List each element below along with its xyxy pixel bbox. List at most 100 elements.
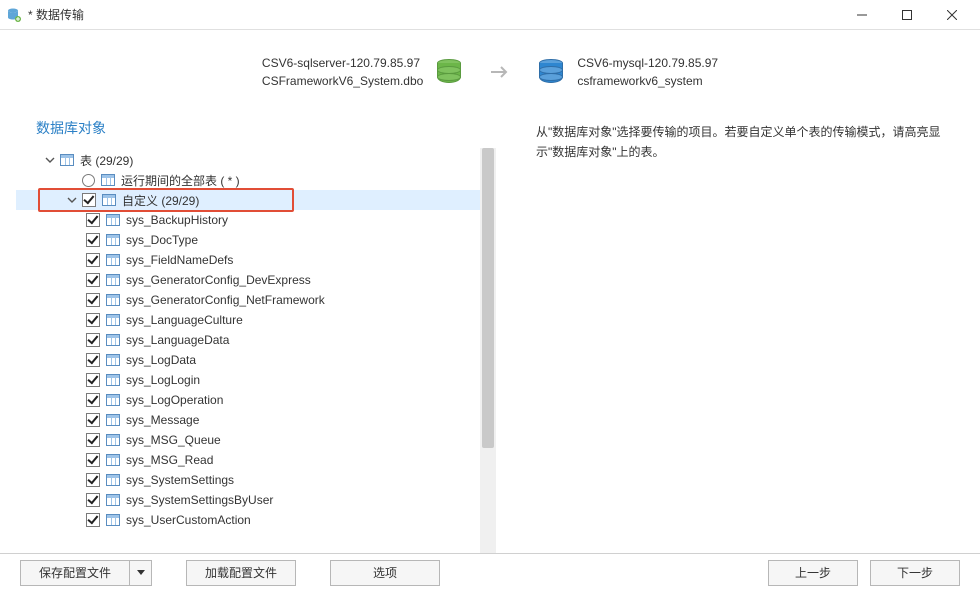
window-title: * 数据传输 — [28, 6, 84, 23]
next-button[interactable]: 下一步 — [870, 560, 960, 586]
table-icon — [106, 314, 120, 326]
tree-table-item[interactable]: sys_LogOperation — [16, 390, 480, 410]
tree-runtime-all[interactable]: 运行期间的全部表 ( * ) — [16, 170, 480, 190]
row-label: 自定义 (29/29) — [122, 192, 199, 209]
checkbox[interactable] — [86, 213, 100, 227]
window-close-button[interactable] — [929, 0, 974, 30]
database-source-icon — [437, 59, 461, 85]
tree-table-item[interactable]: sys_BackupHistory — [16, 210, 480, 230]
row-label: sys_MSG_Queue — [126, 433, 221, 447]
connection-header: CSV6-sqlserver-120.79.85.97 CSFrameworkV… — [16, 30, 964, 112]
row-label: sys_MSG_Read — [126, 453, 213, 467]
checkbox[interactable] — [86, 493, 100, 507]
tree-table-item[interactable]: sys_FieldNameDefs — [16, 250, 480, 270]
save-profile-dropdown[interactable] — [130, 560, 152, 586]
row-label: sys_DocType — [126, 233, 198, 247]
table-icon — [106, 334, 120, 346]
row-label: sys_SystemSettings — [126, 473, 234, 487]
tree-table-item[interactable]: sys_UserCustomAction — [16, 510, 480, 530]
window-maximize-button[interactable] — [884, 0, 929, 30]
table-icon — [106, 374, 120, 386]
tree-table-item[interactable]: sys_SystemSettings — [16, 470, 480, 490]
tree-table-item[interactable]: sys_GeneratorConfig_NetFramework — [16, 290, 480, 310]
load-profile-button[interactable]: 加载配置文件 — [186, 560, 296, 586]
window-minimize-button[interactable] — [839, 0, 884, 30]
table-icon — [106, 454, 120, 466]
source-database: CSFrameworkV6_System.dbo — [262, 72, 423, 90]
tree-table-item[interactable]: sys_LanguageCulture — [16, 310, 480, 330]
source-connection: CSV6-sqlserver-120.79.85.97 CSFrameworkV… — [262, 54, 461, 90]
target-server: CSV6-mysql-120.79.85.97 — [577, 54, 718, 72]
chevron-down-icon[interactable] — [42, 152, 58, 168]
checkbox[interactable] — [86, 513, 100, 527]
tree-table-item[interactable]: sys_MSG_Read — [16, 450, 480, 470]
tree-table-item[interactable]: sys_LanguageData — [16, 330, 480, 350]
table-icon — [106, 394, 120, 406]
checkbox[interactable] — [86, 373, 100, 387]
checkbox[interactable] — [86, 253, 100, 267]
row-label: sys_LanguageData — [126, 333, 229, 347]
checkbox[interactable] — [86, 433, 100, 447]
radio[interactable] — [82, 174, 95, 187]
table-icon — [60, 154, 74, 166]
target-connection: CSV6-mysql-120.79.85.97 csframeworkv6_sy… — [539, 54, 718, 90]
tree-table-item[interactable]: sys_Message — [16, 410, 480, 430]
row-label: sys_LogOperation — [126, 393, 223, 407]
arrow-right-icon — [491, 65, 509, 79]
hint-text: 从"数据库对象"选择要传输的项目。若要自定义单个表的传输模式，请高亮显示"数据库… — [536, 122, 964, 162]
table-icon — [106, 434, 120, 446]
app-db-icon — [6, 7, 22, 23]
table-icon — [101, 174, 115, 186]
tree-table-item[interactable]: sys_DocType — [16, 230, 480, 250]
tree-root-tables[interactable]: 表 (29/29) — [16, 150, 480, 170]
bottom-bar: 保存配置文件 加载配置文件 选项 上一步 下一步 — [0, 553, 980, 591]
row-label: sys_Message — [126, 413, 199, 427]
table-icon — [106, 234, 120, 246]
table-icon — [106, 274, 120, 286]
row-label: sys_FieldNameDefs — [126, 253, 233, 267]
target-database: csframeworkv6_system — [577, 72, 718, 90]
table-icon — [106, 514, 120, 526]
checkbox[interactable] — [86, 353, 100, 367]
row-label: sys_SystemSettingsByUser — [126, 493, 273, 507]
checkbox[interactable] — [86, 473, 100, 487]
tree-table-item[interactable]: sys_MSG_Queue — [16, 430, 480, 450]
table-icon — [106, 494, 120, 506]
checkbox[interactable] — [86, 313, 100, 327]
tree-table-item[interactable]: sys_LogLogin — [16, 370, 480, 390]
tree-table-item[interactable]: sys_LogData — [16, 350, 480, 370]
tree-table-item[interactable]: sys_GeneratorConfig_DevExpress — [16, 270, 480, 290]
table-icon — [106, 354, 120, 366]
source-server: CSV6-sqlserver-120.79.85.97 — [262, 54, 423, 72]
title-bar: * 数据传输 — [0, 0, 980, 30]
table-icon — [106, 254, 120, 266]
row-label: 运行期间的全部表 ( * ) — [121, 172, 240, 189]
section-title: 数据库对象 — [16, 112, 496, 148]
checkbox[interactable] — [86, 393, 100, 407]
tree-custom-group[interactable]: 自定义 (29/29) — [16, 190, 480, 210]
chevron-down-icon[interactable] — [64, 192, 80, 208]
checkbox[interactable] — [86, 273, 100, 287]
options-button[interactable]: 选项 — [330, 560, 440, 586]
scrollbar-thumb[interactable] — [482, 148, 494, 448]
table-icon — [106, 294, 120, 306]
tree-table-item[interactable]: sys_SystemSettingsByUser — [16, 490, 480, 510]
checkbox[interactable] — [86, 293, 100, 307]
table-icon — [106, 474, 120, 486]
checkbox[interactable] — [86, 233, 100, 247]
tree-scrollbar[interactable] — [480, 148, 496, 553]
save-profile-button[interactable]: 保存配置文件 — [20, 560, 130, 586]
row-label: sys_GeneratorConfig_NetFramework — [126, 293, 325, 307]
checkbox[interactable] — [86, 333, 100, 347]
row-label: sys_LanguageCulture — [126, 313, 243, 327]
row-label: 表 (29/29) — [80, 152, 133, 169]
row-label: sys_GeneratorConfig_DevExpress — [126, 273, 311, 287]
checkbox[interactable] — [82, 193, 96, 207]
row-label: sys_UserCustomAction — [126, 513, 251, 527]
checkbox[interactable] — [86, 453, 100, 467]
object-tree: 表 (29/29) 运行期间的全部表 ( * ) 自定义 (29/29)sys_Ba… — [16, 148, 496, 553]
database-target-icon — [539, 59, 563, 85]
table-icon — [102, 194, 116, 206]
prev-button[interactable]: 上一步 — [768, 560, 858, 586]
checkbox[interactable] — [86, 413, 100, 427]
